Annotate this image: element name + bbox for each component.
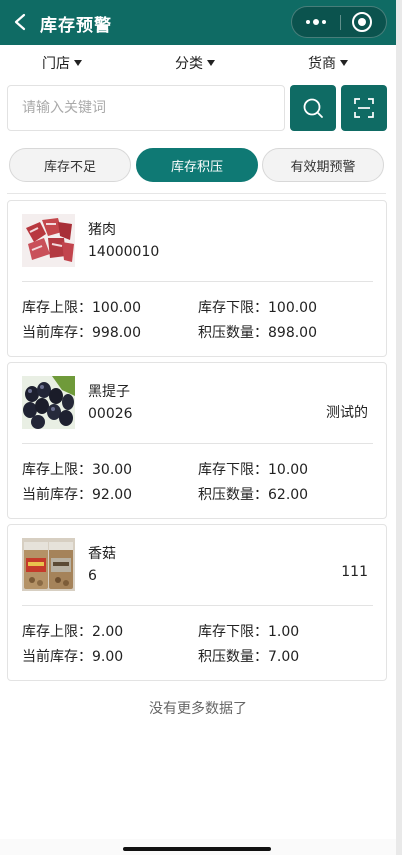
scan-button[interactable] (341, 85, 387, 131)
scroll-edge (396, 0, 402, 855)
mini-program-capsule (291, 6, 387, 38)
product-name: 猪肉 (88, 222, 116, 238)
scan-icon (354, 98, 374, 118)
card-divider (22, 281, 373, 282)
current-stock: 当前库存：92.00 (22, 487, 133, 503)
tab-label: 库存积压 (170, 159, 223, 175)
stock-item-card[interactable]: 黑提子 00026 测试的 库存上限：30.00 库存下限：10.00 当前库存… (7, 362, 387, 519)
tab-insufficient-stock[interactable]: 库存不足 (9, 148, 131, 182)
caret-down-icon (207, 60, 215, 66)
home-indicator (123, 847, 271, 851)
current-stock: 当前库存：9.00 (22, 649, 124, 665)
no-more-data-text: 没有更多数据了 (149, 701, 247, 717)
caret-down-icon (340, 60, 348, 66)
product-image-pork (22, 214, 75, 267)
stock-upper-limit: 库存上限：30.00 (22, 462, 133, 478)
more-menu-button[interactable] (292, 7, 340, 37)
close-mini-program-button[interactable] (352, 12, 372, 32)
product-code: 6 (88, 568, 97, 584)
tab-label: 有效期预警 (290, 159, 356, 175)
page: 库存预警 门店 分类 货商 请输入关键词 库存不足 库存积压 有效期预警 猪肉 … (0, 0, 396, 855)
search-icon (303, 98, 323, 118)
filter-category[interactable]: 分类 (175, 53, 215, 73)
dot-icon (306, 20, 310, 24)
page-title: 库存预警 (40, 16, 112, 36)
search-button[interactable] (290, 85, 336, 131)
product-code: 00026 (88, 406, 133, 422)
filter-store[interactable]: 门店 (42, 53, 82, 73)
stock-lower-limit: 库存下限：100.00 (198, 300, 317, 316)
stock-item-card[interactable]: 猪肉 14000010 库存上限：100.00 库存下限：100.00 当前库存… (7, 200, 387, 357)
chevron-left-icon (14, 13, 26, 31)
tab-label: 库存不足 (43, 159, 96, 175)
stock-lower-limit: 库存下限：10.00 (198, 462, 309, 478)
card-divider (22, 605, 373, 606)
product-image-black-grapes (22, 376, 75, 429)
dot-icon (313, 19, 319, 25)
filter-label: 货商 (308, 56, 336, 72)
search-field (7, 85, 285, 131)
filter-label: 门店 (42, 56, 70, 72)
overstock-quantity: 积压数量：898.00 (198, 325, 317, 341)
tab-overstock[interactable]: 库存积压 (136, 148, 258, 182)
overstock-quantity: 积压数量：7.00 (198, 649, 300, 665)
nav-bar: 库存预警 (0, 0, 396, 45)
caret-down-icon (74, 60, 82, 66)
divider (7, 193, 386, 194)
product-code: 14000010 (88, 244, 160, 260)
stock-item-card[interactable]: 香菇 6 111 库存上限：2.00 库存下限：1.00 当前库存：9.00 积… (7, 524, 387, 681)
overstock-quantity: 积压数量：62.00 (198, 487, 309, 503)
card-divider (22, 443, 373, 444)
product-name: 黑提子 (88, 384, 130, 400)
product-note: 111 (341, 564, 368, 580)
product-note: 测试的 (326, 405, 368, 421)
search-input[interactable] (8, 86, 284, 130)
tab-expiry-warning[interactable]: 有效期预警 (262, 148, 384, 182)
dot-icon (322, 20, 326, 24)
target-icon (358, 18, 366, 26)
stock-upper-limit: 库存上限：100.00 (22, 300, 141, 316)
filter-supplier[interactable]: 货商 (308, 53, 348, 73)
filter-bar: 门店 分类 货商 (0, 45, 396, 81)
capsule-divider (340, 15, 341, 30)
stock-lower-limit: 库存下限：1.00 (198, 624, 300, 640)
current-stock: 当前库存：998.00 (22, 325, 141, 341)
back-button[interactable] (8, 8, 32, 36)
product-image-mushroom-jars (22, 538, 75, 591)
stock-upper-limit: 库存上限：2.00 (22, 624, 124, 640)
product-name: 香菇 (88, 546, 116, 562)
filter-label: 分类 (175, 56, 203, 72)
